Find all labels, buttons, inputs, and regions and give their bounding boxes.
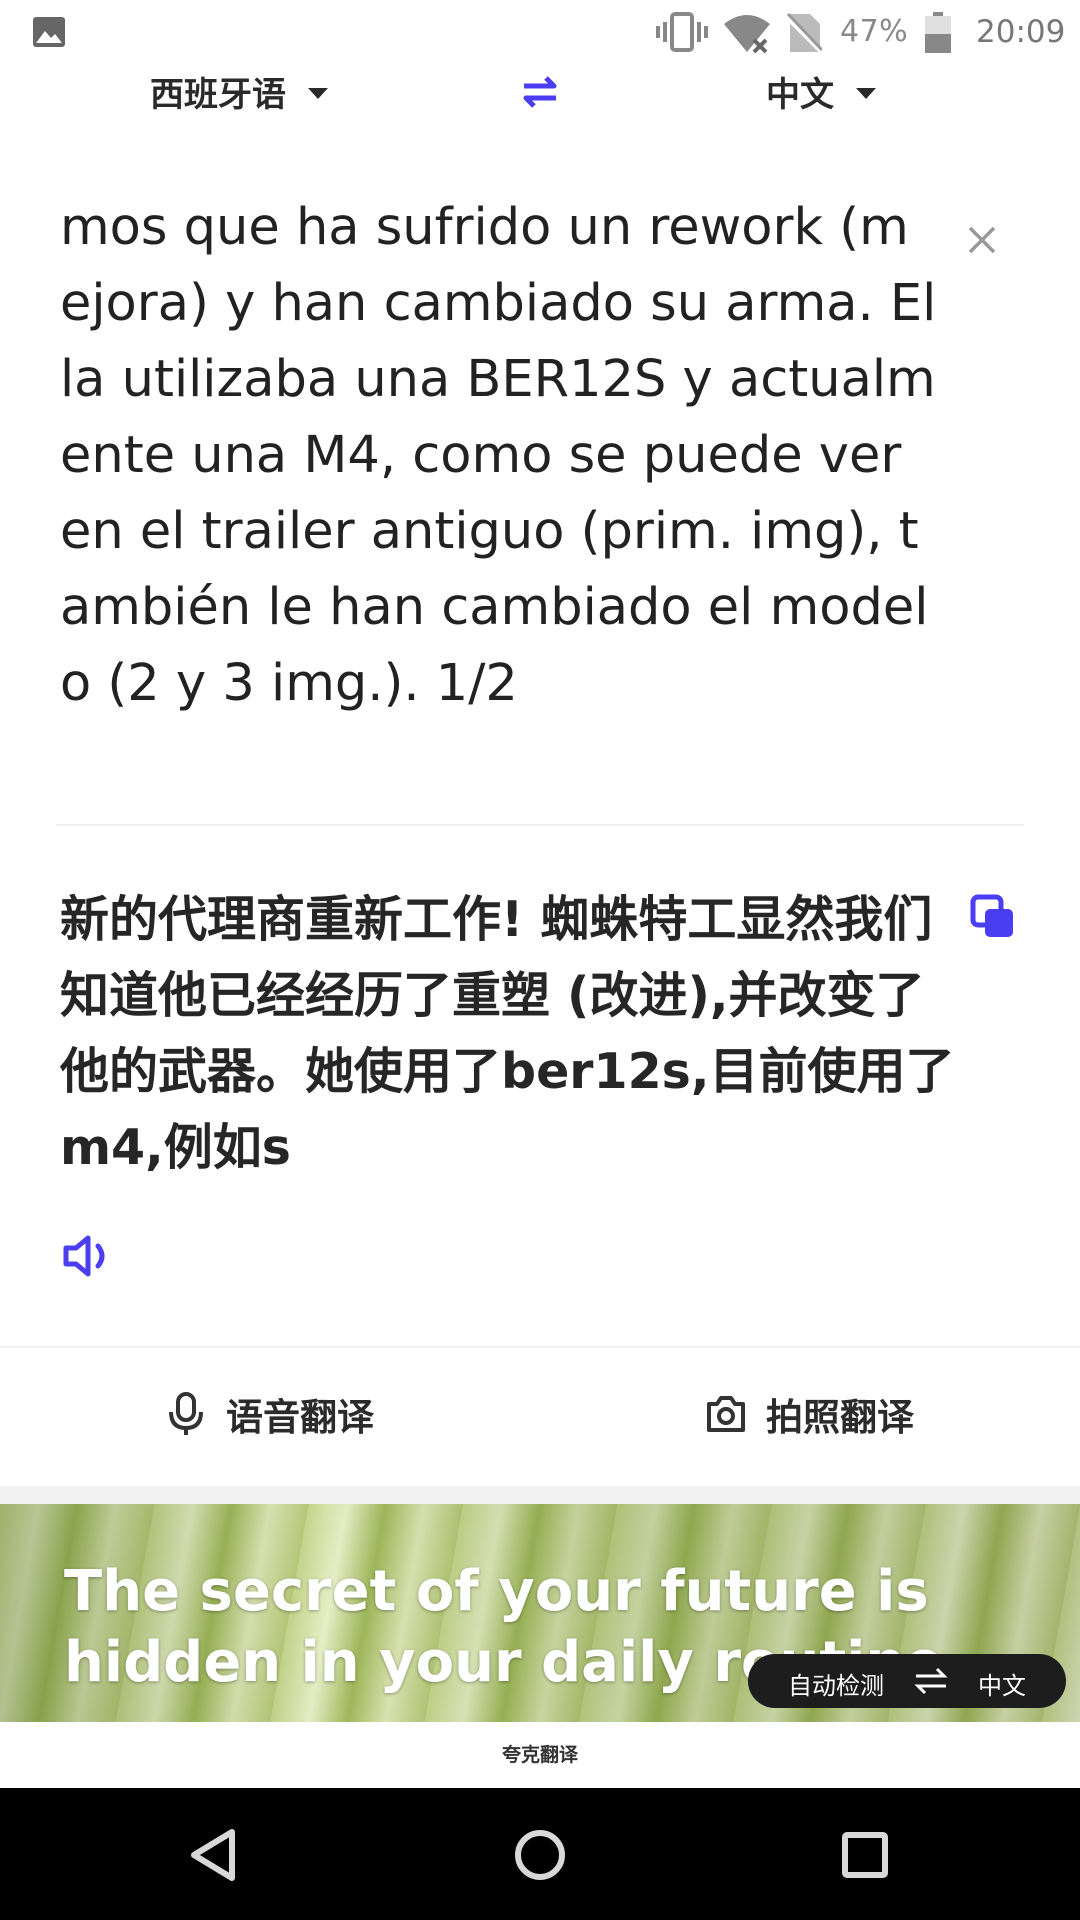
- photo-translate-label: 拍照翻译: [766, 1396, 914, 1439]
- photo-translate-button[interactable]: 拍照翻译: [706, 1384, 914, 1444]
- target-language-selector[interactable]: 中文: [766, 66, 876, 116]
- source-language-label: 西班牙语: [150, 74, 286, 115]
- camera-icon: [707, 1396, 745, 1432]
- pill-source-language: 自动检测: [788, 1672, 884, 1700]
- swap-arrows-icon: [914, 1667, 948, 1695]
- battery-percent: 47%: [840, 14, 909, 49]
- recents-icon[interactable]: [830, 1820, 900, 1890]
- divider: [0, 1346, 1080, 1348]
- translation-result: 新的代理商重新工作! 蜘蛛特工显然我们知道他已经经历了重塑 (改进),并改变了他…: [60, 891, 955, 1176]
- source-text-input[interactable]: mos que ha sufrido un rework (mejora) y …: [60, 190, 940, 722]
- pill-target-language: 中文: [978, 1672, 1026, 1700]
- language-bar: 西班牙语 中文: [0, 66, 1080, 176]
- section-gap: [0, 1486, 1080, 1504]
- navigation-bar: [0, 1788, 1080, 1920]
- status-bar: 47% 20:09: [0, 0, 1080, 66]
- caret-down-icon: [308, 87, 328, 99]
- copy-icon[interactable]: [970, 894, 1016, 940]
- vibrate-icon: [656, 12, 708, 52]
- source-language-selector[interactable]: 西班牙语: [150, 66, 328, 116]
- back-icon[interactable]: [180, 1820, 250, 1890]
- app-footer: 夸克翻译: [0, 1722, 1080, 1788]
- clear-text-button[interactable]: [964, 222, 1000, 258]
- gallery-icon: [33, 17, 65, 47]
- voice-translate-button[interactable]: 语音翻译: [166, 1384, 374, 1444]
- target-language-label: 中文: [766, 74, 834, 115]
- microphone-icon: [169, 1392, 203, 1435]
- battery-icon: [925, 12, 951, 53]
- no-sim-icon: [786, 12, 822, 54]
- home-icon[interactable]: [505, 1820, 575, 1890]
- divider: [56, 824, 1024, 826]
- speaker-icon[interactable]: [62, 1234, 112, 1278]
- caret-down-icon: [856, 87, 876, 99]
- app-name: 夸克翻译: [501, 1744, 578, 1766]
- banner-language-pill[interactable]: 自动检测 中文: [748, 1654, 1066, 1708]
- daily-quote-banner[interactable]: The secret of your future is hidden in y…: [0, 1504, 1080, 1722]
- swap-languages-button[interactable]: [520, 70, 560, 114]
- wifi-icon: [724, 15, 770, 54]
- clock: 20:09: [976, 14, 1066, 50]
- voice-translate-label: 语音翻译: [226, 1396, 374, 1439]
